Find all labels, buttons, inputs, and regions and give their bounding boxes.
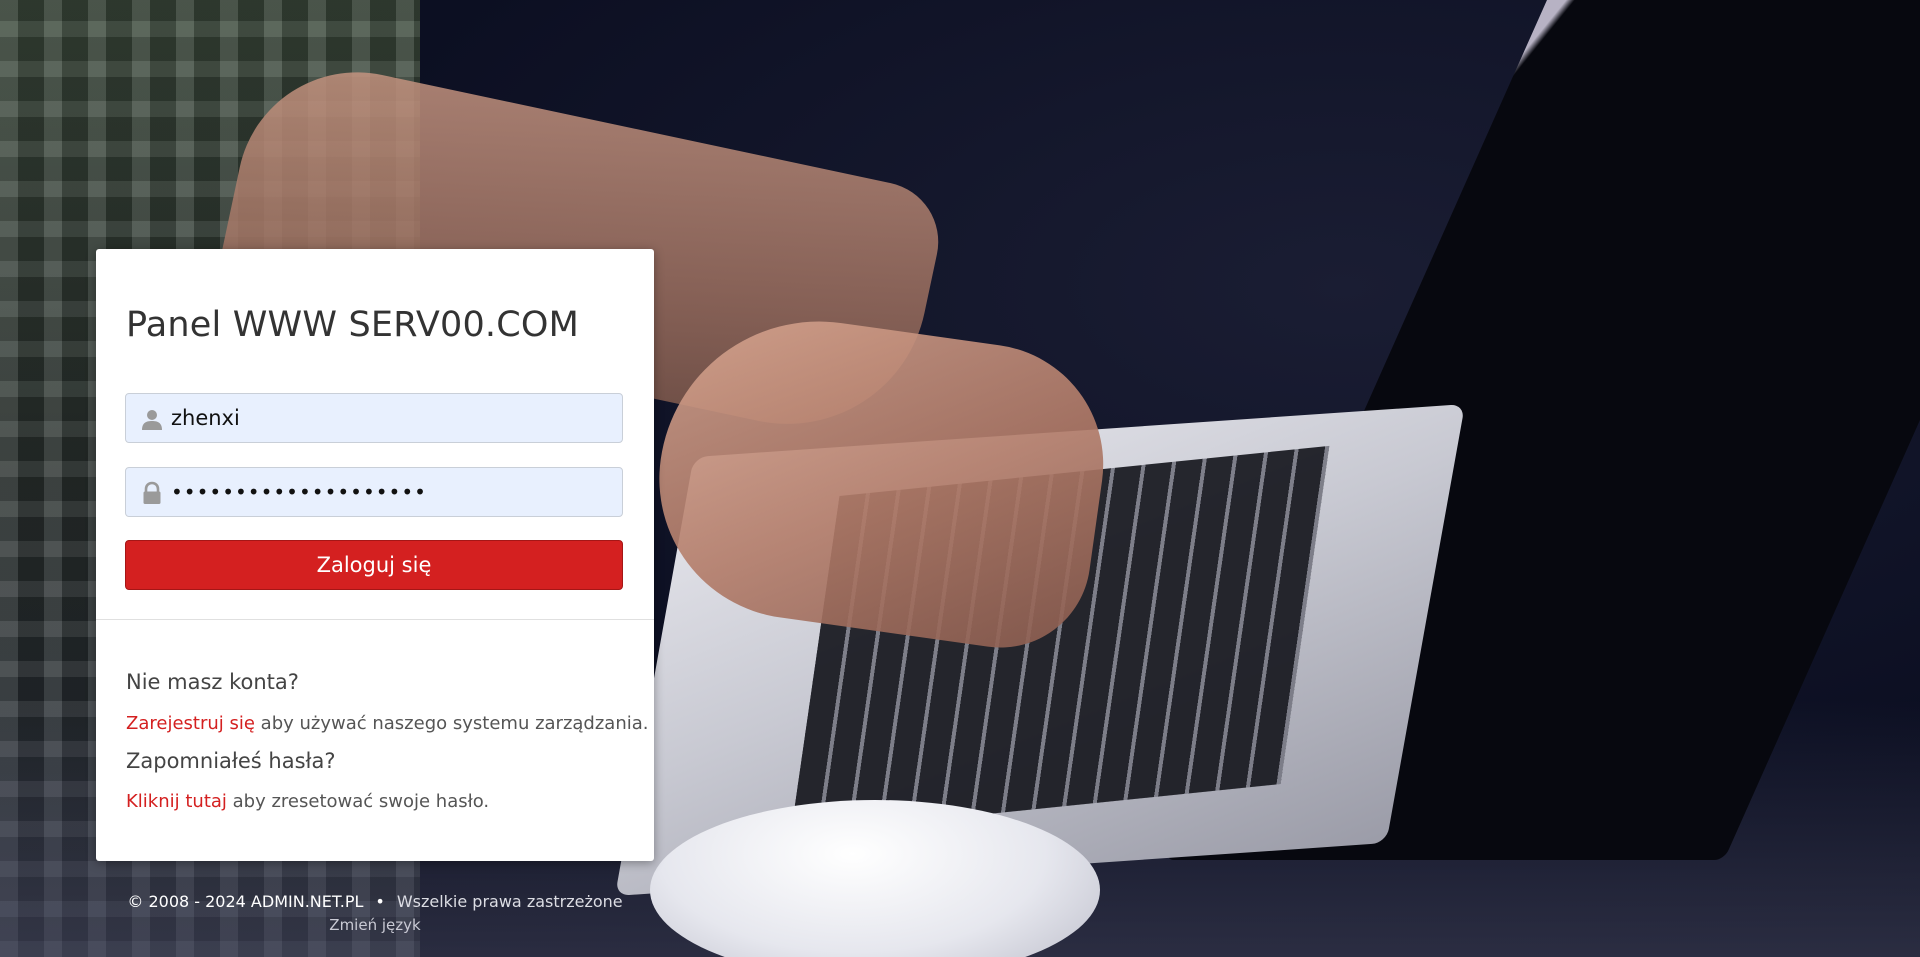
forgot-password-heading: Zapomniałeś hasła? xyxy=(126,749,336,773)
no-account-heading: Nie masz konta? xyxy=(126,670,299,694)
copyright-text: © 2008 - 2024 ADMIN.NET.PL xyxy=(127,892,364,911)
username-input[interactable] xyxy=(171,394,611,442)
login-button[interactable]: Zaloguj się xyxy=(125,540,623,590)
footer-bullet: • xyxy=(375,892,385,911)
divider xyxy=(96,619,654,620)
page-title: Panel WWW SERV00.COM xyxy=(126,305,580,345)
username-field[interactable] xyxy=(125,393,623,443)
rights-text: Wszelkie prawa zastrzeżone xyxy=(396,892,623,911)
user-icon xyxy=(140,407,164,431)
reset-suffix: aby zresetować swoje hasło. xyxy=(226,791,490,812)
register-link[interactable]: Zarejestruj się xyxy=(126,713,255,734)
change-language-link[interactable]: Zmień język xyxy=(96,916,654,934)
reset-text: Kliknij tutaj aby zresetować swoje hasło… xyxy=(126,791,489,812)
password-field[interactable] xyxy=(125,467,623,517)
footer: © 2008 - 2024 ADMIN.NET.PL • Wszelkie praw… xyxy=(96,892,654,911)
register-suffix: aby używać naszego systemu zarządzania. xyxy=(254,713,649,734)
lock-icon xyxy=(140,481,164,505)
password-input[interactable] xyxy=(171,468,611,516)
reset-password-link[interactable]: Kliknij tutaj xyxy=(126,791,227,812)
login-card: Panel WWW SERV00.COM Zaloguj się Nie mas… xyxy=(96,249,654,861)
register-text: Zarejestruj się aby używać naszego syste… xyxy=(126,713,649,734)
